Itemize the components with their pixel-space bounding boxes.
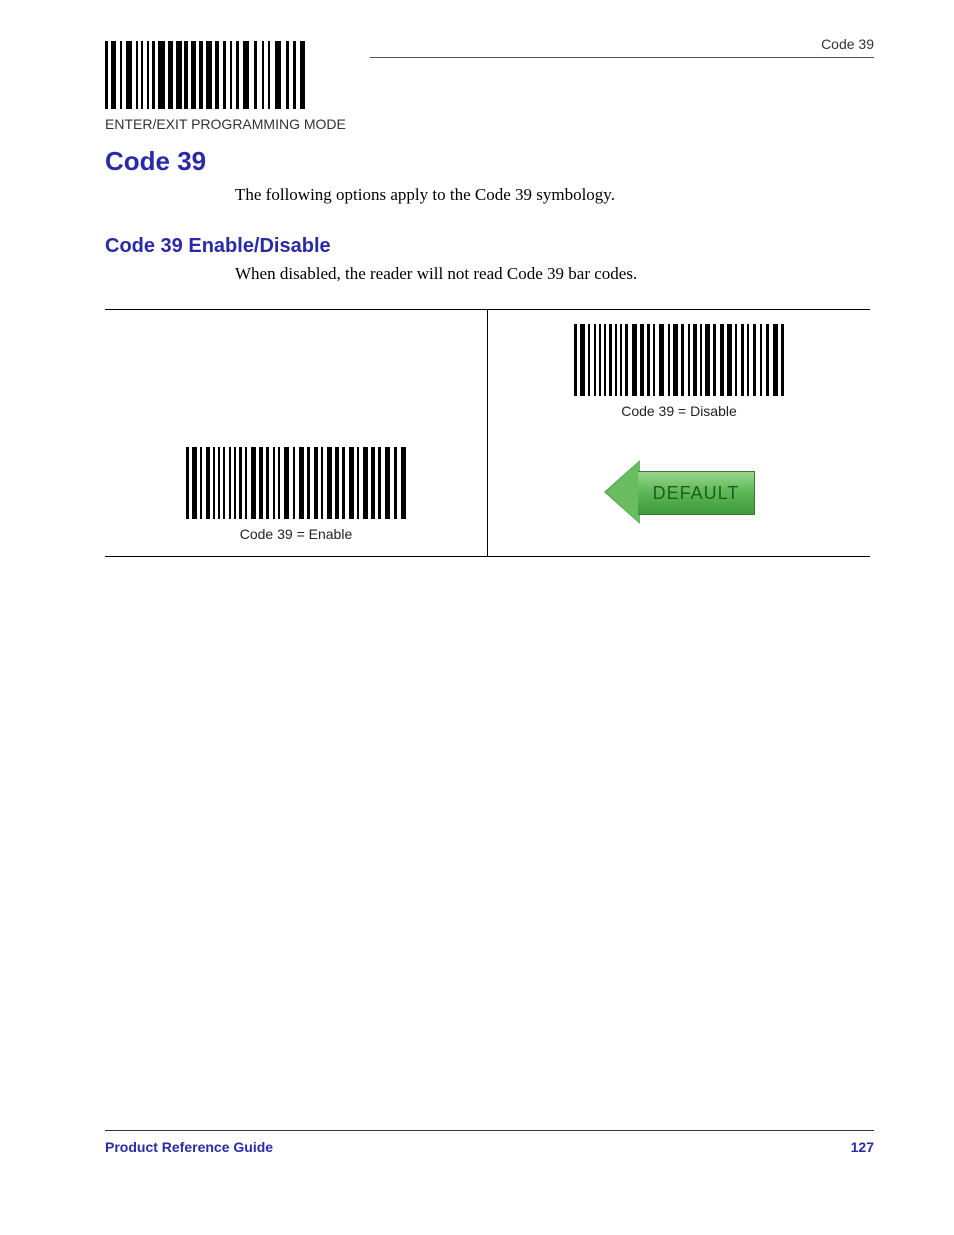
footer-page-number: 127 bbox=[851, 1139, 874, 1155]
cell-default: DEFAULT bbox=[488, 433, 871, 557]
default-badge-label: DEFAULT bbox=[653, 483, 740, 504]
options-table: Code 39 = Disable bbox=[105, 309, 870, 557]
section-title: Code 39 bbox=[105, 146, 874, 177]
enter-exit-caption: ENTER/EXIT PROGRAMMING MODE bbox=[105, 116, 874, 132]
running-head: Code 39 bbox=[821, 36, 874, 52]
section-intro: The following options apply to the Code … bbox=[235, 185, 874, 205]
footer-guide: Product Reference Guide bbox=[105, 1139, 273, 1155]
subsection-title: Code 39 Enable/Disable bbox=[105, 235, 874, 258]
default-arrow-icon: DEFAULT bbox=[604, 460, 754, 524]
enable-label: Code 39 = Enable bbox=[113, 526, 479, 542]
barcode-enable-icon bbox=[186, 447, 406, 519]
page-footer: Product Reference Guide 127 bbox=[105, 1130, 874, 1155]
header-rule bbox=[370, 57, 874, 58]
subsection-intro: When disabled, the reader will not read … bbox=[235, 264, 874, 284]
cell-enable: Code 39 = Enable bbox=[105, 433, 488, 557]
cell-disable: Code 39 = Disable bbox=[488, 310, 871, 434]
barcode-disable-icon bbox=[574, 324, 784, 396]
enter-exit-barcode bbox=[105, 41, 874, 114]
disable-label: Code 39 = Disable bbox=[496, 403, 862, 419]
cell-empty bbox=[105, 310, 488, 434]
